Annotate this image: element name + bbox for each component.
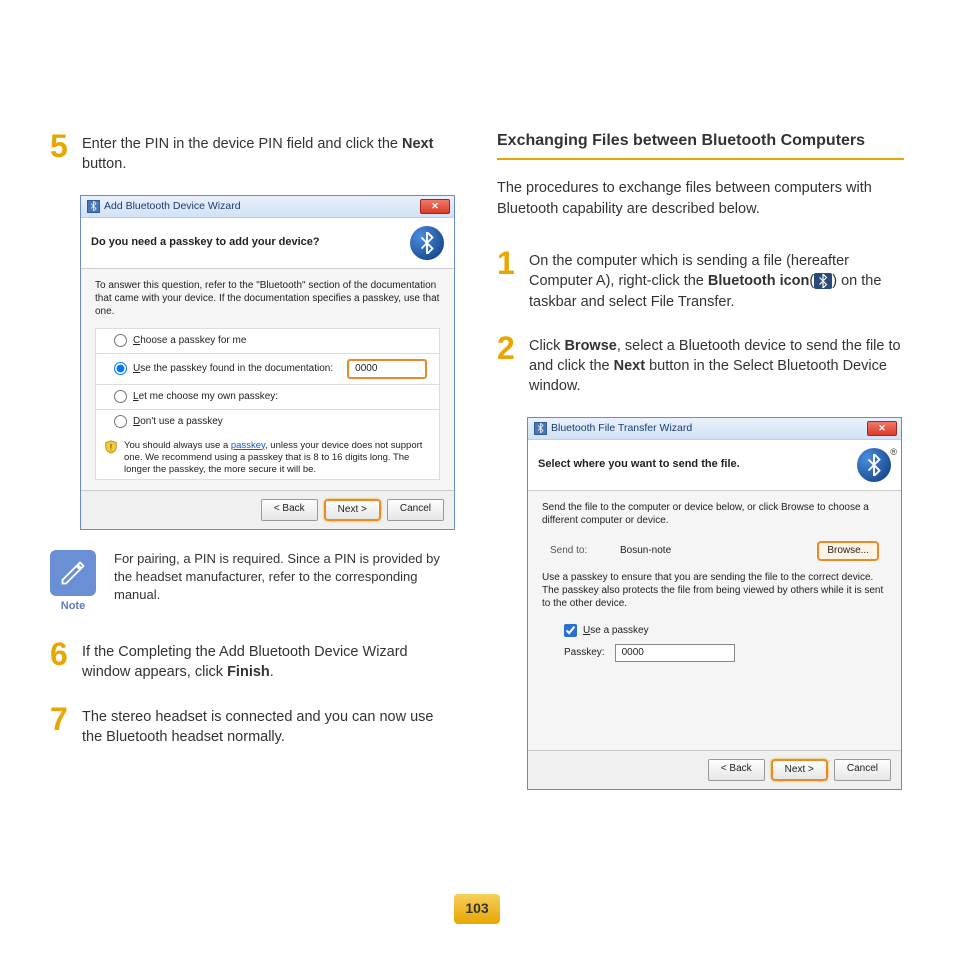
radio-use-documentation[interactable]: Use the passkey found in the documentati…	[96, 354, 439, 385]
dialog-titlebar: Add Bluetooth Device Wizard ✕	[81, 196, 454, 218]
bluetooth-icon	[87, 200, 100, 213]
dialog-footer: < Back Next > Cancel	[528, 750, 901, 789]
step-text: The stereo headset is connected and you …	[82, 703, 457, 748]
back-button[interactable]: < Back	[261, 499, 318, 521]
step-6: 6 If the Completing the Add Bluetooth De…	[50, 638, 457, 683]
page-number-badge: 103	[454, 894, 500, 924]
text: .	[270, 664, 274, 680]
step-1: 1 On the computer which is sending a fil…	[497, 247, 904, 312]
bluetooth-file-transfer-dialog: Bluetooth File Transfer Wizard ✕ Select …	[527, 417, 902, 790]
step-7: 7 The stereo headset is connected and yo…	[50, 703, 457, 748]
note-label: Note	[50, 599, 96, 614]
use-passkey-checkbox[interactable]: Use a passkey	[542, 620, 887, 642]
dialog-footer: < Back Next > Cancel	[81, 490, 454, 529]
cancel-button[interactable]: Cancel	[834, 759, 891, 781]
passkey-label: Passkey:	[564, 646, 605, 660]
step-text: Click Browse, select a Bluetooth device …	[529, 332, 904, 397]
bold-text: Next	[402, 136, 433, 152]
step-number: 1	[497, 247, 519, 312]
step-text: If the Completing the Add Bluetooth Devi…	[82, 638, 457, 683]
dialog-header-text: Select where you want to send the file.	[538, 457, 740, 472]
passkey-link[interactable]: passkey	[231, 440, 265, 451]
text: You should always use a	[124, 440, 231, 451]
radio-input[interactable]	[114, 362, 127, 375]
passkey-input[interactable]: 0000	[347, 359, 427, 379]
dialog-instruction: To answer this question, refer to the "B…	[95, 279, 440, 318]
dialog-header: Select where you want to send the file.	[528, 440, 901, 491]
dialog-header: Do you need a passkey to add your device…	[81, 218, 454, 269]
step-text: Enter the PIN in the device PIN field an…	[82, 130, 457, 175]
dialog-body: To answer this question, refer to the "B…	[81, 269, 454, 490]
add-bluetooth-wizard-dialog: Add Bluetooth Device Wizard ✕ Do you nee…	[80, 195, 455, 530]
bluetooth-logo-icon	[857, 448, 891, 482]
radio-let-me-choose[interactable]: Let me choose my own passkey:	[96, 385, 439, 410]
section-title: Exchanging Files between Bluetooth Compu…	[497, 130, 904, 152]
radio-dont-use[interactable]: Don't use a passkey	[96, 410, 439, 434]
radio-input[interactable]	[114, 390, 127, 403]
passkey-note: Use a passkey to ensure that you are sen…	[542, 571, 887, 610]
bold-text: Browse	[564, 338, 616, 354]
bold-text: Next	[614, 358, 645, 374]
back-button[interactable]: < Back	[708, 759, 765, 781]
send-to-label: Send to:	[550, 544, 610, 558]
radio-choose-passkey[interactable]: Choose a passkey for me	[96, 329, 439, 354]
note-pencil-icon	[50, 550, 96, 596]
left-column: 5 Enter the PIN in the device PIN field …	[50, 130, 457, 808]
right-column: Exchanging Files between Bluetooth Compu…	[497, 130, 904, 808]
dialog-instruction: Send the file to the computer or device …	[542, 501, 887, 527]
close-icon[interactable]: ✕	[867, 421, 897, 436]
browse-button[interactable]: Browse...	[817, 541, 879, 561]
warning-note: ! You should always use a passkey, unles…	[96, 434, 439, 479]
text: Click	[529, 338, 564, 354]
send-to-value: Bosun-note	[620, 544, 807, 558]
dialog-title: Bluetooth File Transfer Wizard	[551, 421, 692, 436]
cancel-button[interactable]: Cancel	[387, 499, 444, 521]
section-rule	[497, 158, 904, 160]
svg-text:!: !	[110, 442, 112, 452]
radio-input[interactable]	[114, 334, 127, 347]
bluetooth-icon	[534, 422, 547, 435]
note-box: Note For pairing, a PIN is required. Sin…	[50, 550, 457, 614]
bluetooth-taskbar-icon	[814, 273, 832, 289]
dialog-titlebar: Bluetooth File Transfer Wizard ✕	[528, 418, 901, 440]
dialog-title: Add Bluetooth Device Wizard	[104, 199, 241, 214]
step-5: 5 Enter the PIN in the device PIN field …	[50, 130, 457, 175]
text: button.	[82, 156, 126, 172]
step-number: 6	[50, 638, 72, 683]
send-to-row: Send to: Bosun-note Browse...	[542, 537, 887, 565]
radio-input[interactable]	[114, 415, 127, 428]
close-icon[interactable]: ✕	[420, 199, 450, 214]
passkey-row: Passkey: 0000	[542, 642, 887, 670]
dialog-body: Send the file to the computer or device …	[528, 491, 901, 750]
step-number: 2	[497, 332, 519, 397]
checkbox-input[interactable]	[564, 624, 577, 637]
bold-text: Finish	[227, 664, 270, 680]
intro-paragraph: The procedures to exchange files between…	[497, 178, 904, 219]
passkey-field[interactable]: 0000	[615, 644, 735, 662]
next-button[interactable]: Next >	[771, 759, 828, 781]
bluetooth-logo-icon	[410, 226, 444, 260]
bold-text: Bluetooth icon	[708, 273, 810, 289]
text: Enter the PIN in the device PIN field an…	[82, 136, 402, 152]
step-text: On the computer which is sending a file …	[529, 247, 904, 312]
step-number: 7	[50, 703, 72, 748]
note-text: For pairing, a PIN is required. Since a …	[114, 550, 457, 605]
step-number: 5	[50, 130, 72, 175]
step-2: 2 Click Browse, select a Bluetooth devic…	[497, 332, 904, 397]
shield-warning-icon: !	[104, 440, 118, 454]
dialog-header-text: Do you need a passkey to add your device…	[91, 235, 320, 250]
next-button[interactable]: Next >	[324, 499, 381, 521]
